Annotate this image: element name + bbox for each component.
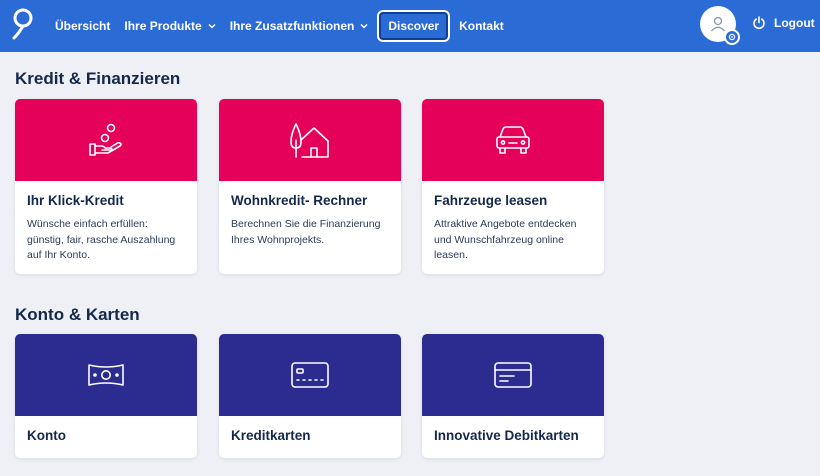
section-title-kredit: Kredit & Finanzieren — [15, 69, 181, 88]
card-body: Ihr Klick-Kredit Wünsche einfach erfülle… — [15, 181, 197, 274]
nav-uebersicht[interactable]: Übersicht — [48, 10, 117, 42]
nav-label: Übersicht — [55, 19, 111, 33]
card-header — [422, 99, 604, 181]
card-description: Wünsche einfach erfüllen: günstig, fair,… — [27, 218, 176, 261]
nav-label: Ihre Zusatzfunktionen — [229, 19, 355, 33]
logout-button[interactable]: Logout — [752, 0, 815, 46]
card-header — [219, 334, 401, 416]
card-innovative-debitkarten[interactable]: Innovative Debitkarten — [422, 334, 604, 458]
bank-logo[interactable] — [11, 7, 35, 41]
card-fahrzeuge-leasen[interactable]: Fahrzeuge leasen Attraktive Angebote ent… — [422, 99, 604, 274]
card-header — [15, 334, 197, 416]
hand-coins-icon — [89, 123, 122, 156]
main-nav: Übersicht Ihre Produkte Ihre Zusatzfunkt… — [48, 0, 511, 52]
car-icon — [496, 126, 530, 154]
user-avatar[interactable] — [700, 6, 740, 45]
chevron-down-icon — [208, 23, 216, 29]
card-title: Innovative Debitkarten — [434, 428, 579, 443]
card-header — [219, 99, 401, 181]
credit-card-icon — [291, 362, 329, 388]
power-icon — [753, 16, 765, 30]
card-kreditkarten[interactable]: Kreditkarten — [219, 334, 401, 458]
nav-label: Ihre Produkte — [124, 19, 202, 33]
card-title: Wohnkredit- Rechner — [231, 193, 368, 208]
card-title: Konto — [27, 428, 66, 443]
debit-card-icon — [494, 362, 532, 388]
nav-discover[interactable]: Discover — [377, 10, 451, 42]
top-navigation-bar: Übersicht Ihre Produkte Ihre Zusatzfunkt… — [0, 0, 820, 52]
avatar-settings-badge[interactable] — [724, 29, 740, 45]
card-konto[interactable]: Konto — [15, 334, 197, 458]
card-title: Ihr Klick-Kredit — [27, 193, 124, 208]
card-body: Fahrzeuge leasen Attraktive Angebote ent… — [422, 181, 604, 274]
card-body: Konto — [15, 416, 197, 458]
card-title: Fahrzeuge leasen — [434, 193, 548, 208]
house-tree-icon — [290, 123, 329, 158]
banknote-icon — [88, 364, 124, 386]
card-body: Wohnkredit- Rechner Berechnen Sie die Fi… — [219, 181, 401, 260]
logo-icon — [12, 8, 33, 40]
card-body: Kreditkarten — [219, 416, 401, 458]
logout-label: Logout — [774, 16, 815, 30]
card-header — [422, 334, 604, 416]
nav-kontakt[interactable]: Kontakt — [452, 10, 511, 42]
nav-label: Discover — [388, 19, 440, 33]
card-header — [15, 99, 197, 181]
nav-ihre-zusatzfunktionen[interactable]: Ihre Zusatzfunktionen — [223, 10, 376, 42]
nav-label: Kontakt — [459, 19, 504, 33]
card-wohnkredit-rechner[interactable]: Wohnkredit- Rechner Berechnen Sie die Fi… — [219, 99, 401, 274]
nav-ihre-produkte[interactable]: Ihre Produkte — [117, 10, 222, 42]
card-body: Innovative Debitkarten — [422, 416, 604, 458]
user-icon — [711, 16, 725, 32]
card-title: Kreditkarten — [231, 428, 311, 443]
card-klick-kredit[interactable]: Ihr Klick-Kredit Wünsche einfach erfülle… — [15, 99, 197, 274]
chevron-down-icon — [360, 23, 368, 29]
card-description: Berechnen Sie die Finanzierung Ihres Woh… — [231, 218, 381, 246]
card-description: Attraktive Angebote entdecken und Wunsch… — [434, 218, 577, 261]
section-title-konto: Konto & Karten — [15, 305, 140, 324]
gear-icon — [728, 33, 736, 41]
